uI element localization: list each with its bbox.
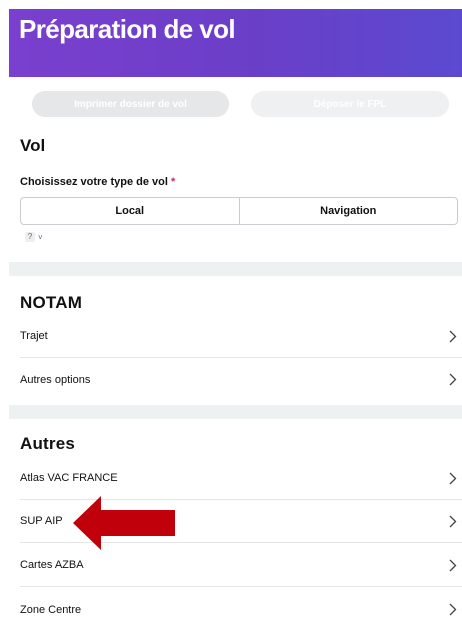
print-flight-file-button[interactable]: Imprimer dossier de vol [32, 91, 229, 117]
help-chevron-icon: ˅ [38, 232, 43, 242]
list-item-zone-centre[interactable]: Zone Centre [20, 588, 462, 631]
section-title-autres: Autres [20, 434, 76, 453]
page-header: Préparation de vol [9, 9, 462, 77]
chevron-right-icon [447, 373, 459, 387]
flight-type-label: Choisissez votre type de vol * [20, 176, 175, 188]
help-toggle[interactable]: ? ˅ [25, 232, 43, 242]
chevron-right-icon [447, 471, 459, 485]
required-marker: * [170, 176, 176, 188]
section-divider [9, 262, 462, 276]
page-title: Préparation de vol [19, 14, 236, 44]
section-title-notam: NOTAM [20, 293, 83, 312]
flight-type-option-local[interactable]: Local [21, 198, 239, 224]
chevron-right-icon [447, 329, 459, 343]
flight-type-selector: Local Navigation [20, 197, 458, 225]
chevron-right-icon [447, 558, 459, 572]
list-item-atlas-vac-france[interactable]: Atlas VAC FRANCE [20, 457, 462, 500]
list-item-cartes-azba[interactable]: Cartes AZBA [20, 544, 462, 587]
list-item-label: Trajet [20, 330, 48, 342]
list-item-label: Cartes AZBA [20, 559, 84, 571]
list-item-autres-options[interactable]: Autres options [20, 358, 462, 401]
section-title-vol: Vol [20, 136, 46, 155]
flight-type-option-navigation[interactable]: Navigation [238, 198, 458, 224]
list-item-label: Zone Centre [20, 603, 82, 616]
section-divider [9, 405, 462, 419]
flight-type-label-text: Choisissez votre type de vol [20, 176, 168, 188]
file-fpl-button[interactable]: Déposer le FPL [251, 91, 449, 117]
list-item-label: Atlas VAC FRANCE [20, 472, 118, 484]
help-icon: ? [25, 232, 35, 242]
chevron-right-icon [447, 514, 459, 528]
list-item-label: SUP AIP [20, 515, 63, 527]
red-arrow-annotation-icon [73, 496, 175, 550]
chevron-right-icon [447, 603, 459, 617]
list-item-trajet[interactable]: Trajet [20, 315, 462, 358]
list-item-label: Autres options [20, 373, 91, 386]
